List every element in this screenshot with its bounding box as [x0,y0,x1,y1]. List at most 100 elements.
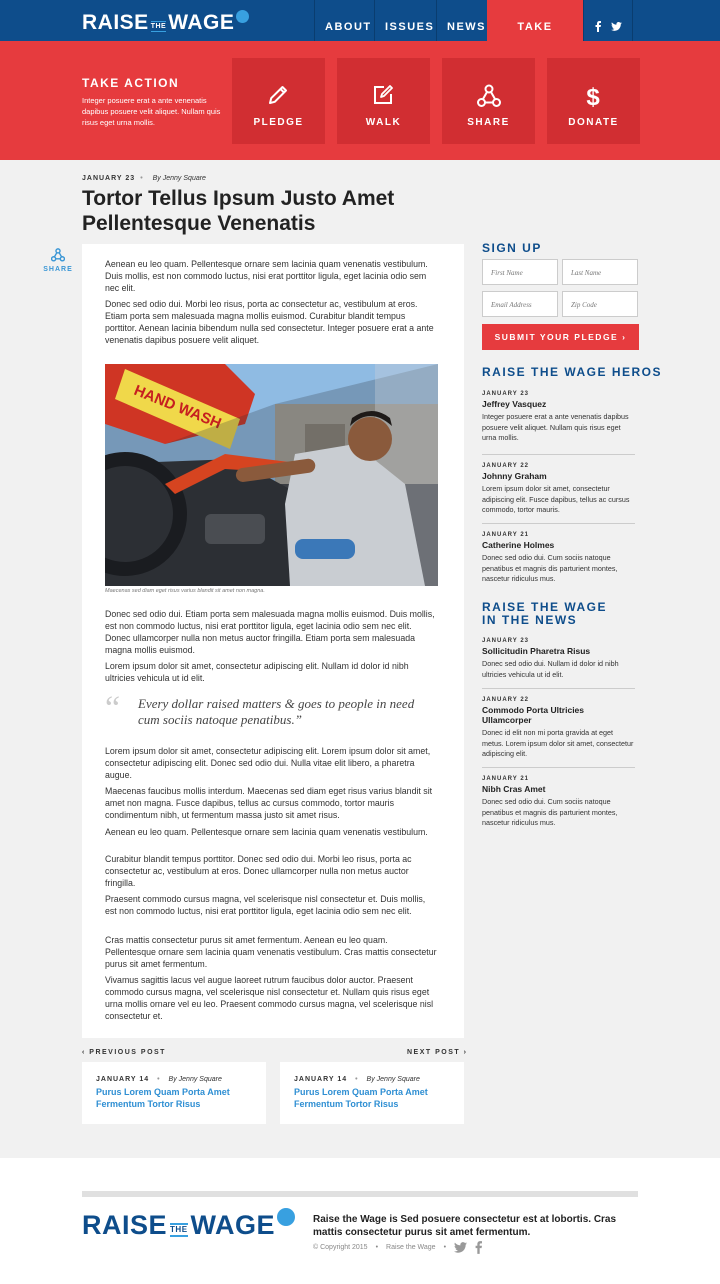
site-logo[interactable]: RAISE THE WAGE [82,9,250,34]
footer-logo[interactable]: RAISE THE WAGE [82,1207,296,1241]
news-item[interactable]: JANUARY 23 Sollicitudin Pharetra Risus D… [482,638,635,680]
nav-issues[interactable]: ISSUES [374,0,436,41]
paragraph: Praesent commodo cursus magna, vel scele… [105,894,426,916]
divider [482,523,635,524]
share-tile[interactable]: SHARE [442,58,535,144]
previous-post-link[interactable]: ‹ PREVIOUS POST [82,1049,166,1056]
first-name-field[interactable]: First Name [482,259,558,285]
share-label-side: SHARE [43,266,73,273]
submit-pledge-label: SUBMIT YOUR PLEDGE [494,332,619,342]
logo-mark-icon [236,9,250,23]
nav-about[interactable]: ABOUT [314,0,374,41]
email-field[interactable]: Email Address [482,291,558,317]
paragraph: Cras mattis consectetur purus sit amet f… [105,935,437,969]
article-date: JANUARY 23 [82,175,136,182]
svg-text:$: $ [586,84,600,108]
next-post-card[interactable]: JANUARY 14 • By Jenny Square Purus Lorem… [280,1062,464,1124]
take-action-band: TAKE ACTION Integer posuere erat a ante … [0,41,720,160]
previous-post-card[interactable]: JANUARY 14 • By Jenny Square Purus Lorem… [82,1062,266,1124]
card-meta: JANUARY 14 • By Jenny Square [96,1076,222,1083]
hero-item[interactable]: JANUARY 21 Catherine Holmes Donec sed od… [482,532,635,585]
quote-mark-icon: “ [105,690,121,727]
photo-caption: Maecenas sed diam eget risus varius blan… [105,588,265,594]
logo-the: THE [150,20,167,32]
pledge-tile[interactable]: PLEDGE [232,58,325,144]
news-text: Donec id elit non mi porta gravida at eg… [482,728,634,758]
edit-square-icon [374,85,393,104]
band-description: Integer posuere erat a ante venenatis da… [82,96,221,127]
previous-post-label: PREVIOUS POST [89,1049,166,1056]
card-author: By Jenny Square [366,1076,420,1083]
next-post-label: NEXT POST [407,1049,461,1056]
logo-the: THE [170,1222,188,1237]
paragraph: Lorem ipsum dolor sit amet, consectetur … [105,746,431,780]
main-nav: ABOUT ISSUES NEWS TAKE ACTION [314,0,633,87]
share-label: SHARE [467,117,510,128]
news-item[interactable]: JANUARY 21 Nibh Cras Amet Donec sed odio… [482,776,635,829]
paragraph: Aenean eu leo quam. Pellentesque ornare … [105,827,428,837]
card-title[interactable]: Purus Lorem Quam Porta Amet Fermentum To… [96,1086,256,1110]
social-links [583,0,633,41]
facebook-icon[interactable] [475,1241,483,1254]
paragraph: Lorem ipsum dolor sit amet, consectetur … [105,661,409,683]
next-post-link[interactable]: NEXT POST › [407,1049,467,1056]
logo-mark-icon [277,1207,296,1226]
card-author: By Jenny Square [168,1076,222,1083]
copyright: © Copyright 2015 [313,1244,368,1251]
article-author: By Jenny Square [152,175,206,182]
share-icon [50,248,66,262]
footer-separator: • [375,1244,379,1251]
walk-tile[interactable]: WALK [337,58,430,144]
logo-wage: WAGE [168,11,235,34]
article-photo: HAND WASH [105,364,438,586]
divider [482,454,635,455]
card-title[interactable]: Purus Lorem Quam Porta Amet Fermentum To… [294,1086,454,1110]
walk-label: WALK [365,117,402,128]
facebook-icon[interactable] [595,21,601,32]
paragraph: Vivamus sagittis lacus vel augue laoreet… [105,975,434,1021]
news-heading: RAISE THE WAGE IN THE NEWS [482,600,608,627]
hero-text: Integer posuere erat a ante venenatis da… [482,412,629,442]
news-item[interactable]: JANUARY 22 Commodo Porta Ultricies Ullam… [482,697,635,760]
divider [482,767,635,768]
nav-news[interactable]: NEWS [436,0,487,41]
donate-tile[interactable]: $ DONATE [547,58,640,144]
logo-raise: RAISE [82,1210,168,1240]
nav-take-action[interactable]: TAKE ACTION [487,0,583,87]
meta-separator: • [140,175,144,182]
pencil-icon [269,86,287,104]
logo-raise: RAISE [82,11,149,34]
paragraph: Curabitur blandit tempus porttitor. Done… [105,854,412,888]
logo-wage: WAGE [190,1210,276,1240]
donate-label: DONATE [568,117,619,128]
hero-name: Johnny Graham [482,471,547,481]
paragraph: Aenean eu leo quam. Pellentesque ornare … [105,259,428,293]
card-meta: JANUARY 14 • By Jenny Square [294,1076,420,1083]
share-nodes-icon [477,84,501,107]
last-name-field[interactable]: Last Name [562,259,638,285]
news-text: Donec sed odio dui. Cum sociis natoque p… [482,797,618,827]
pull-quote: Every dollar raised matters & goes to pe… [138,696,415,727]
signup-heading: SIGN UP [482,241,542,255]
news-title: Sollicitudin Pharetra Risus [482,646,591,656]
chevron-right-icon: › [460,1049,468,1056]
chevron-right-icon: › [618,332,627,342]
hero-date: JANUARY 23 [482,391,530,397]
hero-date: JANUARY 21 [482,532,530,538]
hero-item[interactable]: JANUARY 22 Johnny Graham Lorem ipsum dol… [482,463,635,516]
submit-pledge-button[interactable]: SUBMIT YOUR PLEDGE › [482,324,639,350]
article-meta: JANUARY 23 • By Jenny Square [82,175,206,182]
twitter-icon[interactable] [610,22,622,31]
top-header: RAISE THE WAGE ABOUT ISSUES NEWS TAKE AC… [0,0,720,87]
share-button[interactable]: SHARE [40,248,76,273]
hero-item[interactable]: JANUARY 23 Jeffrey Vasquez Integer posue… [482,391,635,444]
paragraph: Donec sed odio dui. Etiam porta sem male… [105,609,435,655]
pledge-label: PLEDGE [253,117,304,128]
hero-date: JANUARY 22 [482,463,530,469]
twitter-icon[interactable] [454,1242,468,1253]
news-date: JANUARY 23 [482,638,530,644]
band-title: TAKE ACTION [82,76,180,90]
zip-field[interactable]: Zip Code [562,291,638,317]
paragraph: Donec sed odio dui. Morbi leo risus, por… [105,299,434,345]
dollar-icon: $ [586,84,600,108]
